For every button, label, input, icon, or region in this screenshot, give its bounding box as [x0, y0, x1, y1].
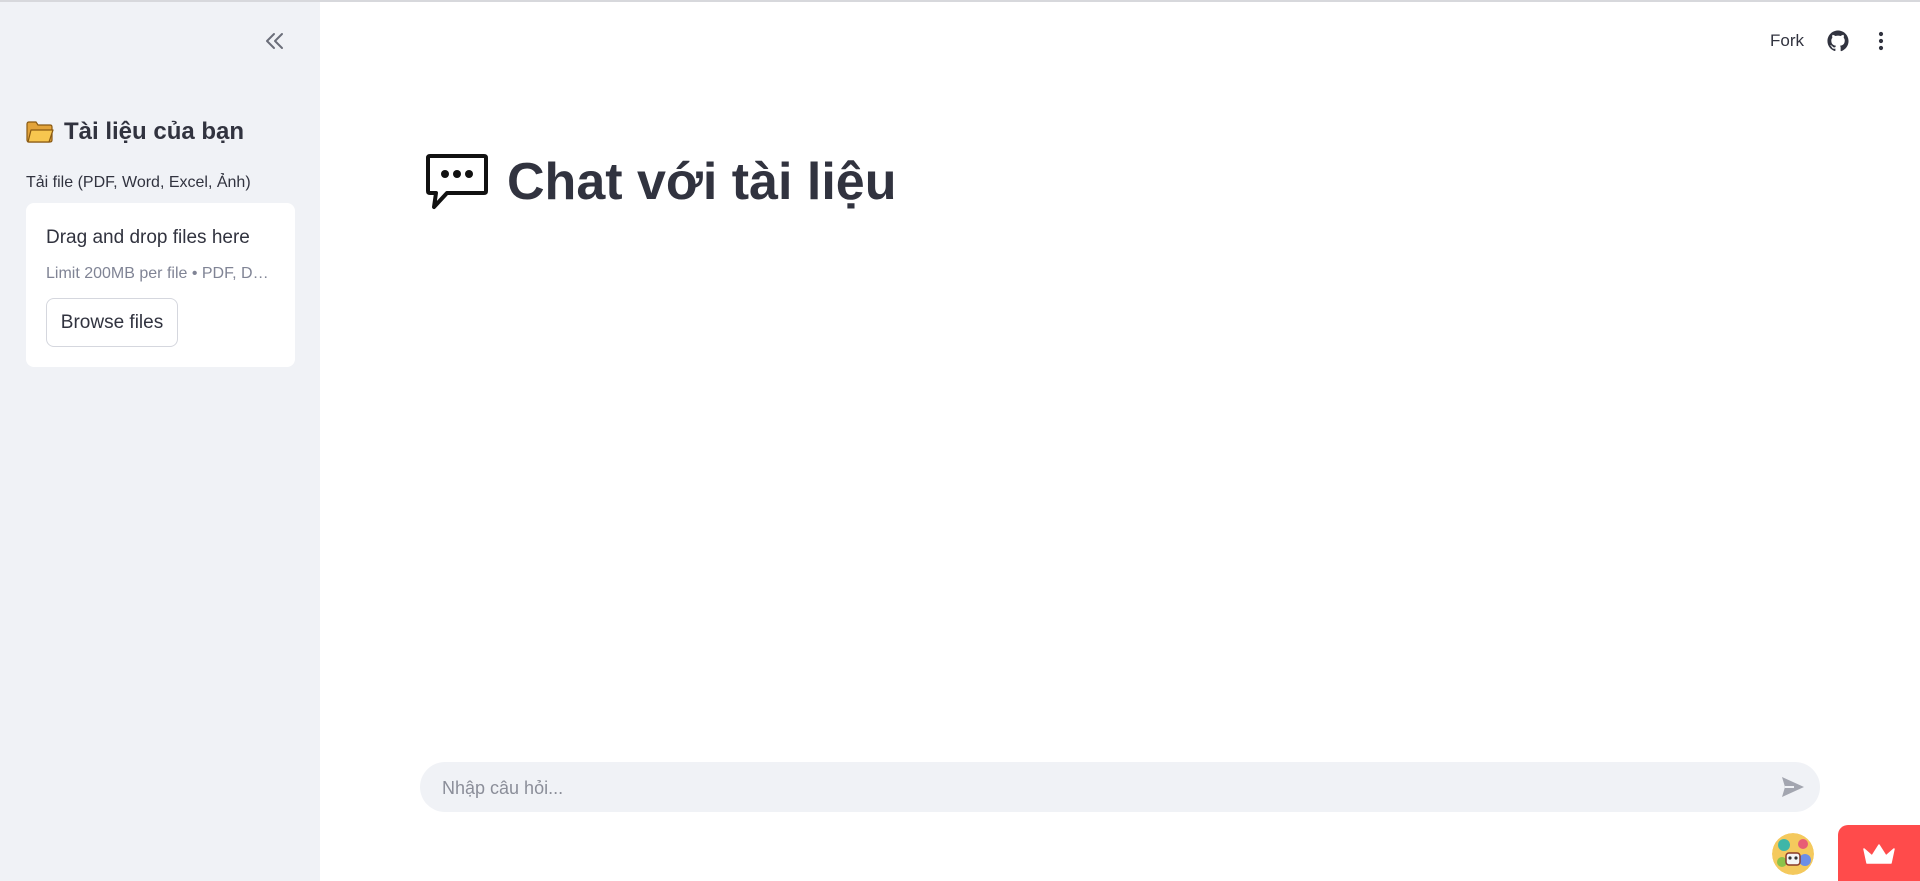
- page-title: Chat với tài liệu: [425, 152, 897, 212]
- dropzone-title: Drag and drop files here: [46, 227, 250, 248]
- crown-icon: [1863, 844, 1895, 864]
- avatar-image: [1772, 833, 1814, 875]
- send-icon[interactable]: [1780, 775, 1806, 799]
- more-vertical-icon[interactable]: [1870, 30, 1892, 52]
- sidebar-header-text: Tài liệu của bạn: [64, 118, 245, 145]
- sidebar: Tài liệu của bạn Tải file (PDF, Word, Ex…: [0, 2, 320, 881]
- speech-bubble-icon: [426, 154, 488, 209]
- page-title-text: Chat với tài liệu: [507, 153, 897, 211]
- avatar[interactable]: [1772, 833, 1814, 875]
- fork-button[interactable]: Fork: [1770, 31, 1804, 51]
- sidebar-header: Tài liệu của bạn: [26, 118, 244, 146]
- collapse-sidebar-icon[interactable]: [262, 28, 288, 54]
- deploy-crown-button[interactable]: [1838, 825, 1920, 881]
- open-folder-icon: [26, 121, 54, 143]
- chat-input[interactable]: [440, 762, 1764, 814]
- file-uploader-label: Tải file (PDF, Word, Excel, Ảnh): [26, 174, 251, 191]
- file-dropzone[interactable]: Drag and drop files here Limit 200MB per…: [26, 203, 295, 367]
- github-icon[interactable]: [1827, 30, 1849, 52]
- browse-files-button[interactable]: Browse files: [46, 298, 178, 347]
- dropzone-limit-text: Limit 200MB per file • PDF, DOCX, XLSX, …: [46, 265, 276, 282]
- chat-input-container: [420, 762, 1820, 814]
- app-window: Tài liệu của bạn Tải file (PDF, Word, Ex…: [0, 0, 1920, 881]
